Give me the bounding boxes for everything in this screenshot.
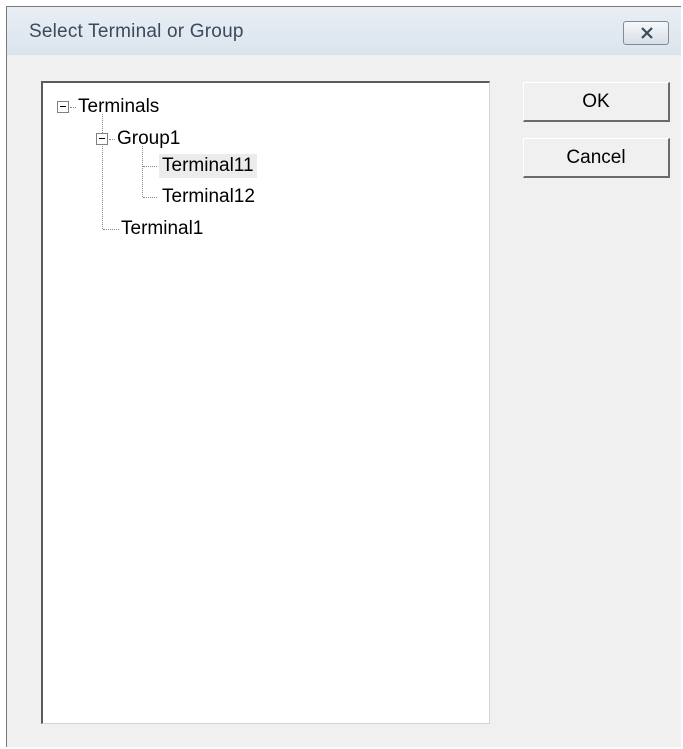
tree-node-group1[interactable]: Group1 (117, 127, 180, 151)
cancel-button[interactable]: Cancel (523, 138, 670, 178)
tree-node-terminals[interactable]: Terminals (78, 95, 159, 119)
collapse-icon[interactable] (57, 101, 69, 113)
terminal-tree[interactable]: Terminals Group1 Terminal11 Terminal12 T… (41, 81, 490, 724)
ok-button[interactable]: OK (523, 82, 670, 122)
dialog-window: Select Terminal or Group Terminals Group… (6, 6, 681, 747)
collapse-icon[interactable] (96, 133, 108, 145)
tree-connector (103, 229, 119, 230)
tree-connector (142, 146, 143, 197)
tree-node-terminal1[interactable]: Terminal1 (121, 217, 203, 241)
tree-connector (109, 139, 115, 140)
tree-connector (143, 166, 157, 167)
tree-connector (143, 197, 157, 198)
tree-node-terminal12[interactable]: Terminal12 (162, 185, 255, 209)
tree-connector (70, 107, 76, 108)
tree-connector (102, 114, 103, 229)
tree-node-terminal11[interactable]: Terminal11 (159, 154, 257, 178)
title-bar: Select Terminal or Group (7, 7, 681, 55)
close-icon (641, 27, 653, 39)
close-button[interactable] (623, 21, 669, 45)
dialog-title: Select Terminal or Group (29, 21, 244, 42)
